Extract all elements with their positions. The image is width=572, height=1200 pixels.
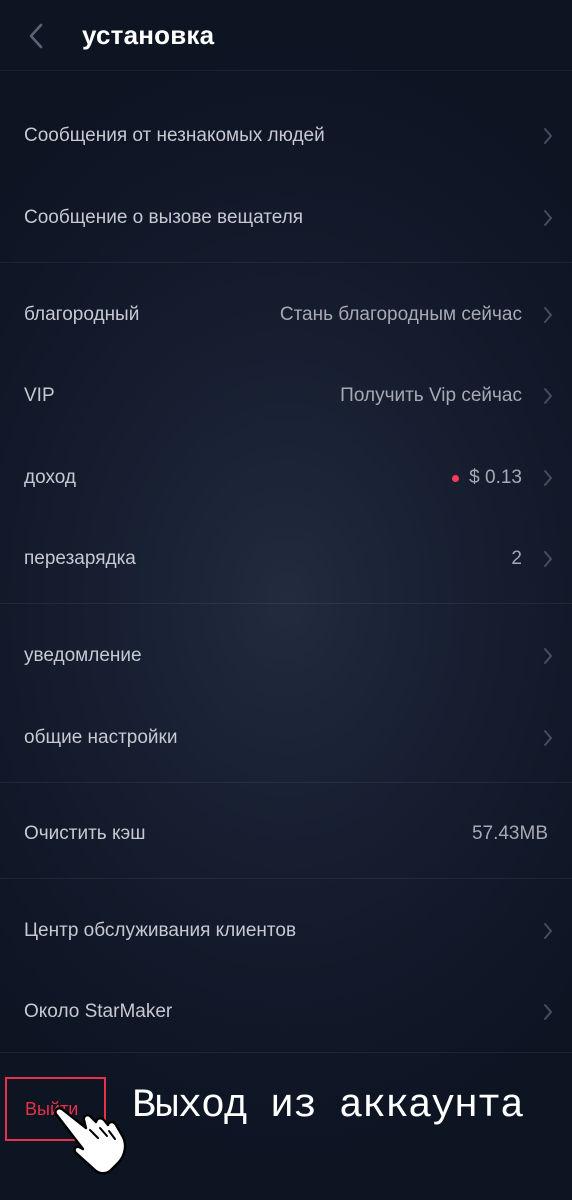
annotation-caption: Выход из аккаунта <box>132 1084 524 1129</box>
row-recharge[interactable]: перезарядка 2 <box>0 524 572 594</box>
row-clear-cache[interactable]: Очистить кэш 57.43MB <box>0 799 572 869</box>
page-title: установка <box>82 20 215 50</box>
row-label: VIP <box>24 385 55 406</box>
notification-dot <box>452 474 460 482</box>
chevron-right-icon <box>544 307 552 323</box>
row-label: перезарядка <box>24 548 136 569</box>
chevron-right-icon <box>544 1004 552 1020</box>
chevron-right-icon <box>544 210 552 226</box>
row-label: Сообщения от незнакомых людей <box>24 125 325 146</box>
row-label: Центр обслуживания клиентов <box>24 920 297 941</box>
group-divider <box>0 1052 572 1053</box>
income-value: $ 0.13 <box>469 467 522 488</box>
settings-screen: установка Сообщения от незнакомых людей … <box>0 0 572 1200</box>
chevron-right-icon <box>544 730 552 746</box>
row-label: благородный <box>24 304 140 325</box>
row-noble[interactable]: благородный Стань благородным сейчас <box>0 280 572 350</box>
row-label: общие настройки <box>24 727 178 748</box>
row-label: Сообщение о вызове вещателя <box>24 207 304 228</box>
chevron-left-icon <box>29 23 43 49</box>
row-label: уведомление <box>24 645 142 666</box>
group-divider <box>0 782 572 783</box>
group-divider <box>0 878 572 879</box>
chevron-right-icon <box>544 470 552 486</box>
row-value: 2 <box>511 548 522 569</box>
row-general-settings[interactable]: общие настройки <box>0 703 572 773</box>
row-strangers-messages[interactable]: Сообщения от незнакомых людей <box>0 101 572 171</box>
row-value: Получить Vip сейчас <box>340 385 522 406</box>
chevron-right-icon <box>544 648 552 664</box>
chevron-right-icon <box>544 551 552 567</box>
row-label: доход <box>24 467 76 488</box>
group-divider <box>0 262 572 263</box>
row-income[interactable]: доход $ 0.13 <box>0 443 572 513</box>
row-notifications[interactable]: уведомление <box>0 621 572 691</box>
hand-pointer-icon <box>54 1107 127 1175</box>
row-value: Стань благородным сейчас <box>279 304 522 325</box>
row-about[interactable]: Около StarMaker <box>0 977 572 1047</box>
chevron-right-icon <box>544 388 552 404</box>
row-label: Около StarMaker <box>24 1001 173 1022</box>
row-customer-service[interactable]: Центр обслуживания клиентов <box>0 896 572 966</box>
header: установка <box>0 0 572 70</box>
header-divider <box>0 70 572 71</box>
back-button[interactable] <box>18 16 54 56</box>
row-label: Очистить кэш <box>24 823 146 844</box>
row-host-call-message[interactable]: Сообщение о вызове вещателя <box>0 183 572 253</box>
group-divider <box>0 603 572 604</box>
cache-size-value: 57.43MB <box>471 823 548 844</box>
chevron-right-icon <box>544 128 552 144</box>
row-value-wrap: $ 0.13 <box>452 467 522 489</box>
row-vip[interactable]: VIP Получить Vip сейчас <box>0 361 572 431</box>
chevron-right-icon <box>544 923 552 939</box>
